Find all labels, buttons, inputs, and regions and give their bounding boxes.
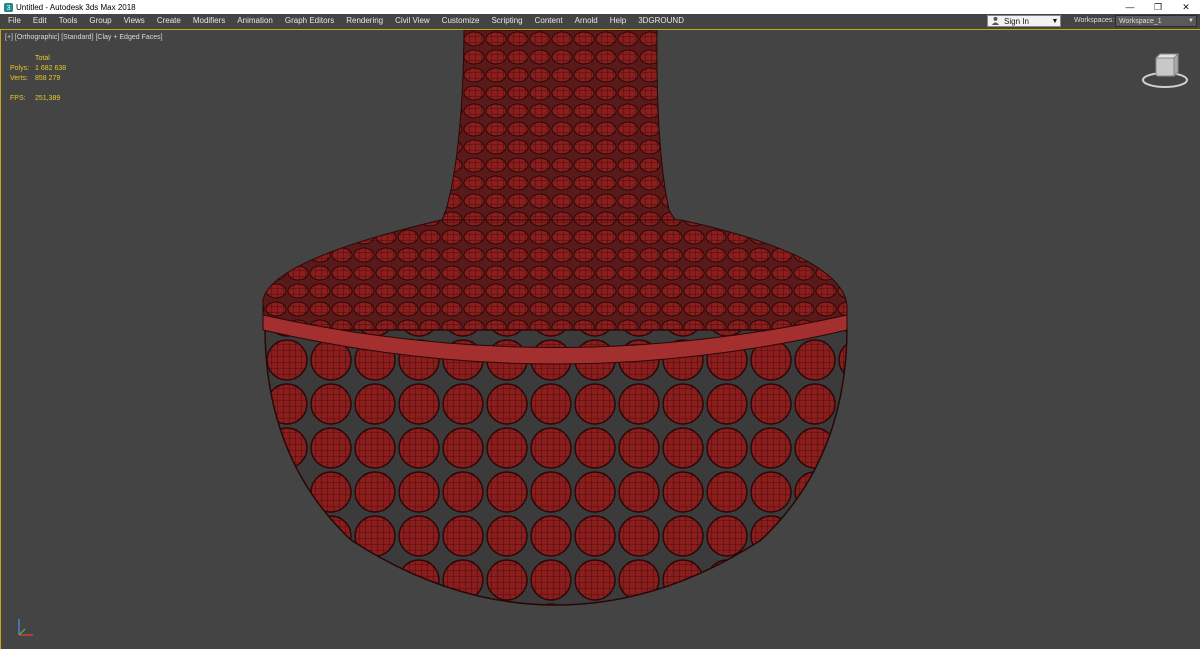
verts-label: Verts: — [10, 75, 28, 82]
axis-tripod-icon — [11, 611, 41, 641]
menu-tools[interactable]: Tools — [53, 14, 84, 28]
polys-value: 1 682 638 — [35, 65, 67, 72]
menu-3dground[interactable]: 3DGROUND — [632, 14, 690, 28]
title-bar: 3 Untitled - Autodesk 3ds Max 2018 — ❐ ✕ — [0, 0, 1200, 14]
menu-file[interactable]: File — [0, 14, 27, 28]
orthographic-viewport[interactable]: [+] [Orthographic] [Standard] [Clay + Ed… — [0, 29, 1200, 649]
menu-arnold[interactable]: Arnold — [569, 14, 604, 28]
menu-views[interactable]: Views — [118, 14, 151, 28]
menu-customize[interactable]: Customize — [436, 14, 486, 28]
vase-mesh — [262, 30, 848, 606]
menu-help[interactable]: Help — [604, 14, 632, 28]
window-title: Untitled - Autodesk 3ds Max 2018 — [16, 2, 136, 12]
menu-edit[interactable]: Edit — [27, 14, 53, 28]
menu-create[interactable]: Create — [151, 14, 187, 28]
menu-content[interactable]: Content — [529, 14, 569, 28]
sign-in-label: Sign In — [1004, 16, 1029, 26]
fps-label: FPS: — [10, 95, 26, 102]
menu-modifiers[interactable]: Modifiers — [187, 14, 231, 28]
chevron-down-icon: ▼ — [1051, 17, 1059, 25]
verts-value: 858 279 — [35, 75, 61, 82]
menu-scripting[interactable]: Scripting — [485, 14, 528, 28]
polys-label: Polys: — [10, 65, 30, 72]
chevron-down-icon: ▼ — [1188, 18, 1194, 24]
stats-header: Total — [35, 55, 50, 62]
menu-animation[interactable]: Animation — [231, 14, 279, 28]
restore-button[interactable]: ❐ — [1144, 0, 1172, 14]
user-icon — [991, 16, 1001, 27]
workspaces-label: Workspaces: — [1074, 17, 1115, 24]
sign-in-dropdown[interactable]: Sign In ▼ — [987, 15, 1061, 27]
workspace-value: Workspace_1 — [1119, 17, 1162, 25]
menu-civil-view[interactable]: Civil View — [389, 14, 436, 28]
menu-rendering[interactable]: Rendering — [340, 14, 389, 28]
workspace-select[interactable]: Workspace_1 ▼ — [1115, 15, 1197, 27]
menu-graph-editors[interactable]: Graph Editors — [279, 14, 340, 28]
fps-value: 251,389 — [35, 95, 61, 102]
viewport-label[interactable]: [+] [Orthographic] [Standard] [Clay + Ed… — [5, 34, 163, 41]
viewport-statistics: Total Polys: 1 682 638 Verts: 858 279 FPS:… — [10, 54, 66, 104]
close-button[interactable]: ✕ — [1172, 0, 1200, 14]
svg-text:3: 3 — [6, 3, 10, 12]
menu-group[interactable]: Group — [83, 14, 117, 28]
minimize-button[interactable]: — — [1116, 0, 1144, 14]
viewcube-icon[interactable] — [1139, 52, 1191, 92]
3dsmax-icon[interactable]: 3 — [3, 2, 13, 12]
